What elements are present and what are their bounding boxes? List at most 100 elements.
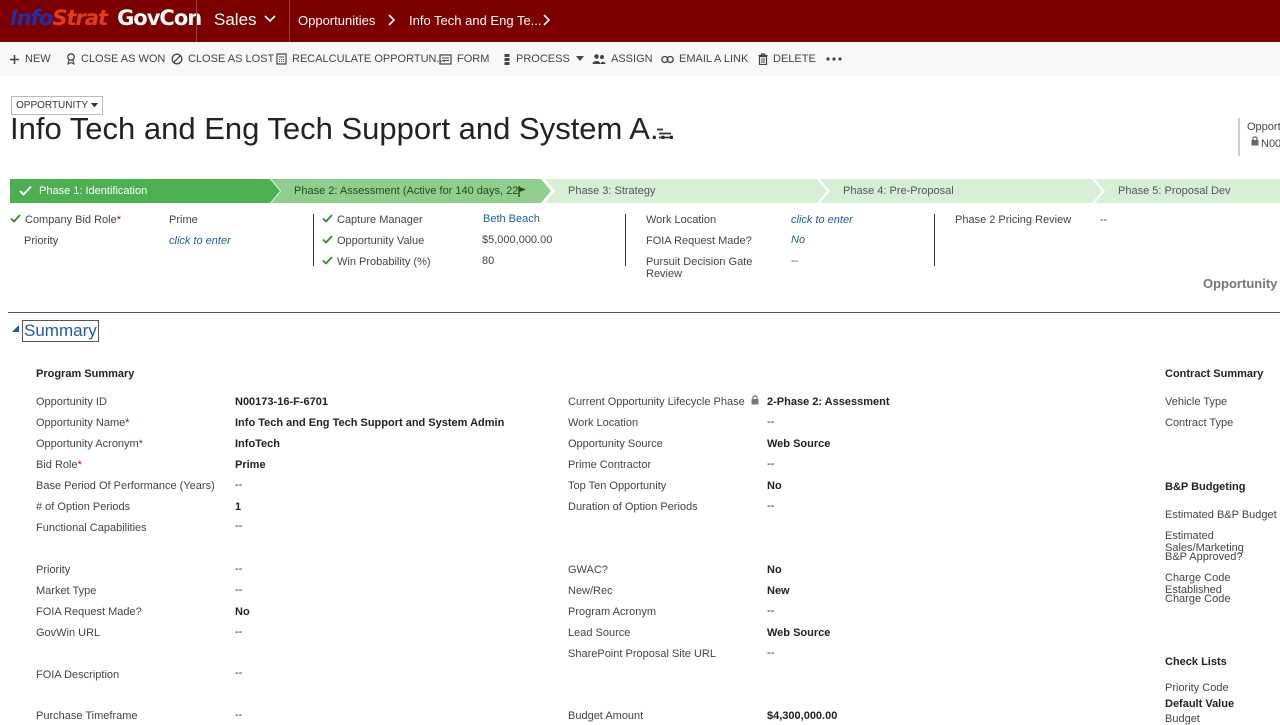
stage-field-value[interactable]: 80 bbox=[482, 255, 494, 267]
stage-field-value[interactable]: $5,000,000.00 bbox=[482, 234, 552, 246]
form-button[interactable]: FORM bbox=[439, 51, 489, 67]
contract-summary-heading: Contract Summary bbox=[1165, 368, 1264, 380]
header-divider bbox=[1238, 118, 1240, 156]
stage-phase-2-label: Phase 2: Assessment (Active for 140 days… bbox=[294, 185, 519, 197]
app-logo[interactable]: InfoStrat GovCon bbox=[10, 6, 202, 30]
field-label: Vehicle Type bbox=[1165, 396, 1228, 408]
field-value[interactable]: -- bbox=[235, 667, 242, 679]
chevron-right-icon bbox=[388, 14, 396, 26]
field-value[interactable]: -- bbox=[767, 647, 774, 659]
plus-icon bbox=[10, 54, 19, 64]
field-label: GWAC? bbox=[568, 564, 608, 576]
field-value[interactable]: N00173-16-F-6701 bbox=[235, 396, 328, 408]
check-icon bbox=[322, 235, 333, 244]
stage-field-value[interactable]: No bbox=[791, 234, 805, 246]
app-selector[interactable]: Sales bbox=[214, 10, 257, 30]
stage-field-value[interactable]: click to enter bbox=[169, 235, 231, 247]
flag-icon[interactable] bbox=[518, 186, 527, 197]
field-value[interactable]: 1 bbox=[235, 501, 241, 513]
close-as-won-button[interactable]: CLOSE AS WON bbox=[66, 51, 165, 67]
new-button[interactable]: NEW bbox=[9, 51, 51, 67]
field-value[interactable]: -- bbox=[235, 563, 242, 575]
stage-field-value[interactable]: Prime bbox=[169, 214, 198, 226]
breadcrumb-entity[interactable]: Opportunities bbox=[298, 13, 375, 28]
field-label: Work Location bbox=[568, 417, 639, 429]
stage-field-label: Priority bbox=[24, 235, 59, 247]
stage-field-value[interactable]: Beth Beach bbox=[483, 213, 540, 225]
field-label: Opportunity Name* bbox=[36, 417, 130, 429]
header-field-value: N00 bbox=[1261, 138, 1280, 150]
stage-field-label: Work Location bbox=[646, 214, 717, 226]
recalculate-button[interactable]: RECALCULATE OPPORTUN... bbox=[276, 51, 446, 67]
field-label: Budget bbox=[1165, 713, 1200, 725]
field-value[interactable]: -- bbox=[235, 584, 242, 596]
chevron-down-icon[interactable] bbox=[264, 13, 276, 25]
check-icon bbox=[322, 214, 333, 223]
record-title: Info Tech and Eng Tech Support and Syste… bbox=[10, 111, 676, 146]
field-value[interactable]: Info Tech and Eng Tech Support and Syste… bbox=[235, 417, 504, 429]
process-button[interactable]: PROCESS bbox=[503, 51, 589, 67]
assign-button[interactable]: ASSIGN bbox=[592, 51, 653, 67]
field-value[interactable]: -- bbox=[235, 709, 242, 721]
field-label: Opportunity Source bbox=[568, 438, 663, 450]
stage-field-label: Win Probability (%) bbox=[337, 256, 431, 268]
top-navigation-bar: InfoStrat GovCon Sales Opportunities Info… bbox=[0, 0, 1280, 42]
field-value[interactable]: No bbox=[235, 606, 250, 618]
field-value[interactable]: -- bbox=[235, 479, 242, 491]
field-value[interactable]: -- bbox=[767, 458, 774, 470]
breadcrumb-record[interactable]: Info Tech and Eng Te... bbox=[409, 13, 542, 28]
logo-text-strat: Strat bbox=[52, 6, 108, 30]
field-label: # of Option Periods bbox=[36, 501, 131, 513]
calculator-icon bbox=[276, 53, 287, 65]
stage-field-value[interactable]: -- bbox=[791, 255, 798, 267]
column-divider bbox=[934, 214, 935, 266]
field-value[interactable]: New bbox=[767, 585, 790, 597]
email-a-link-label: EMAIL A LINK bbox=[679, 53, 749, 65]
stage-field-value[interactable]: click to enter bbox=[791, 214, 853, 226]
process-label: PROCESS bbox=[516, 53, 570, 65]
check-icon bbox=[19, 185, 32, 196]
field-label: Functional Capabilities bbox=[36, 522, 147, 534]
lock-icon bbox=[1251, 136, 1259, 146]
trash-icon bbox=[758, 53, 768, 65]
nav-divider bbox=[289, 0, 290, 42]
collapse-triangle-icon[interactable] bbox=[12, 325, 19, 332]
more-commands-button[interactable] bbox=[826, 51, 847, 67]
stage-field-label: Opportunity Value bbox=[337, 235, 425, 247]
field-value[interactable]: -- bbox=[235, 520, 242, 532]
field-value[interactable]: Prime bbox=[235, 459, 266, 471]
section-divider bbox=[8, 312, 1280, 313]
field-label: B&P Approved? bbox=[1165, 551, 1243, 563]
close-as-lost-button[interactable]: CLOSE AS LOST bbox=[171, 51, 274, 67]
field-value[interactable]: No bbox=[767, 564, 782, 576]
program-summary-heading: Program Summary bbox=[36, 368, 135, 380]
nav-divider bbox=[196, 0, 197, 42]
field-value[interactable]: -- bbox=[235, 626, 242, 638]
check-lists-heading: Check Lists bbox=[1165, 656, 1227, 668]
field-label: Purchase Timeframe bbox=[36, 710, 138, 722]
delete-button[interactable]: DELETE bbox=[758, 51, 816, 67]
field-value[interactable]: -- bbox=[767, 500, 774, 512]
assign-people-icon bbox=[592, 54, 606, 64]
summary-section-header[interactable]: Summary bbox=[22, 320, 99, 342]
email-a-link-button[interactable]: EMAIL A LINK bbox=[661, 51, 748, 67]
field-value[interactable]: $4,300,000.00 bbox=[767, 710, 837, 722]
field-value[interactable]: -- bbox=[767, 605, 774, 617]
field-value[interactable]: InfoTech bbox=[235, 438, 280, 450]
field-label: Lead Source bbox=[568, 627, 631, 639]
field-value[interactable]: Web Source bbox=[767, 627, 830, 639]
delete-label: DELETE bbox=[773, 53, 816, 65]
field-label: GovWin URL bbox=[36, 627, 101, 639]
command-bar: NEW CLOSE AS WON CLOSE AS LOST RECALCULA… bbox=[0, 42, 1280, 76]
ellipsis-icon bbox=[826, 57, 842, 61]
stage-field-value[interactable]: -- bbox=[1100, 214, 1107, 226]
list-menu-icon[interactable] bbox=[656, 128, 672, 140]
bp-budgeting-heading: B&P Budgeting bbox=[1165, 481, 1246, 493]
field-label: FOIA Request Made? bbox=[36, 606, 142, 618]
stage-field-label: FOIA Request Made? bbox=[646, 235, 752, 247]
field-label: Prime Contractor bbox=[568, 459, 652, 471]
field-value[interactable]: Web Source bbox=[767, 438, 830, 450]
field-value[interactable]: -- bbox=[767, 416, 774, 428]
chevron-right-icon[interactable] bbox=[543, 14, 551, 26]
field-value[interactable]: No bbox=[767, 480, 782, 492]
